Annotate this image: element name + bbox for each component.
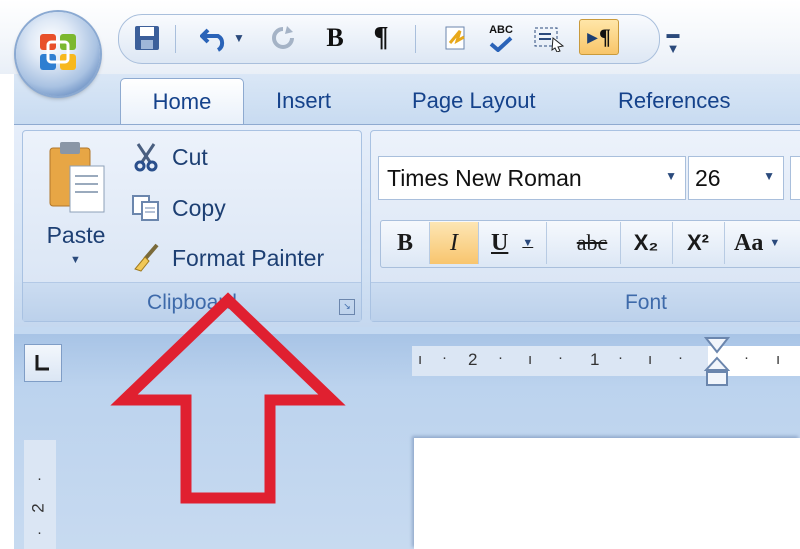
tab-page-layout[interactable]: Page Layout [400,78,548,124]
abc-text: ABC [489,24,513,36]
ruler-mark-1: 1 [590,350,600,369]
paintbrush-icon [130,243,162,273]
chevron-down-icon[interactable]: ▼ [231,21,247,55]
paste-label: Paste [46,222,106,248]
tab-selector[interactable] [24,344,62,382]
format-painter-label: Format Painter [172,244,325,271]
ruler-tick: · [678,349,683,366]
format-painter-button[interactable]: Format Painter [130,243,324,273]
font-size-value: 26 [695,165,721,191]
underline-button[interactable]: U ▼ [479,222,547,264]
chevron-down-icon: ▼ [665,169,677,183]
italic-button[interactable]: I [430,222,479,264]
ruler-tick: · [558,349,563,366]
toolbar-separator [175,25,176,53]
paste-button[interactable]: Paste ▼ [40,140,112,270]
cut-label: Cut [172,143,208,170]
toolbar-separator [415,25,416,53]
scissors-icon [130,142,162,172]
show-formatting-arrow: ▶ [587,28,598,45]
copy-icon [130,193,162,223]
chevron-down-icon: ▼ [522,237,534,249]
select-icon[interactable] [533,21,565,55]
font-size-select[interactable]: 26 ▼ [688,156,784,200]
ruler-tick: ı [418,351,423,368]
tab-insert[interactable]: Insert [264,78,343,124]
copy-label: Copy [172,194,226,221]
grow-font-button[interactable] [790,156,800,200]
tab-references[interactable]: References [606,78,743,124]
chevron-down-icon: ▼ [70,254,81,266]
bold-button[interactable]: B [381,222,430,264]
font-group-label: Font [624,291,668,314]
office-button[interactable] [16,12,100,96]
ruler-mark-2: 2 [468,350,478,369]
annotation-arrow-icon [110,292,346,504]
ruler-tick: ı [648,351,653,368]
indent-marker-icon[interactable] [704,336,730,388]
left-tab-icon [35,355,49,371]
ruler-tick: · [442,349,447,366]
save-icon[interactable] [131,21,163,55]
copy-button[interactable]: Copy [130,193,226,223]
chevron-down-icon: ▼ [763,169,775,183]
spelling-grammar-icon[interactable]: ABC [485,21,517,55]
customize-icon[interactable]: ▬ ▼ [664,26,682,56]
subscript-button[interactable]: X₂ [620,222,673,264]
ruler-tick: · [744,349,749,366]
pilcrow-text: ¶ [598,24,611,49]
ruler-tick: · [498,349,503,366]
pilcrow-icon[interactable]: ¶ [365,21,397,55]
font-family-value: Times New Roman [387,165,582,191]
font-family-select[interactable]: Times New Roman ▼ [378,156,686,200]
change-case-label: Aa [734,229,764,256]
strikethrough-button[interactable]: abc [564,222,621,264]
tab-home[interactable]: Home [120,78,244,125]
office-logo-icon [40,34,76,70]
undo-icon[interactable] [199,21,231,55]
bold-icon[interactable]: B [319,21,351,55]
ruler-tick: ı [528,351,533,368]
underline-label: U [491,229,509,256]
superscript-button[interactable]: X² [672,222,725,264]
ruler-mark-2: 2 [28,503,48,513]
quick-access-toolbar: ▼ B ¶ ABC ▶ ¶ [118,14,660,64]
redo-icon[interactable] [267,21,299,55]
document-page[interactable] [414,438,800,549]
spelling-icon[interactable] [439,21,471,55]
show-formatting-icon[interactable]: ▶ ¶ [579,19,619,55]
ruler-tick: · [37,470,42,487]
ruler-tick: · [618,349,623,366]
change-case-button[interactable]: Aa ▼ [724,222,800,264]
paste-icon [49,142,105,213]
vertical-ruler[interactable]: · 2 · [24,440,56,549]
cut-button[interactable]: Cut [130,142,208,172]
ruler-tick: ı [776,351,781,368]
chevron-down-icon: ▼ [769,237,781,249]
ruler-tick: · [37,524,42,541]
